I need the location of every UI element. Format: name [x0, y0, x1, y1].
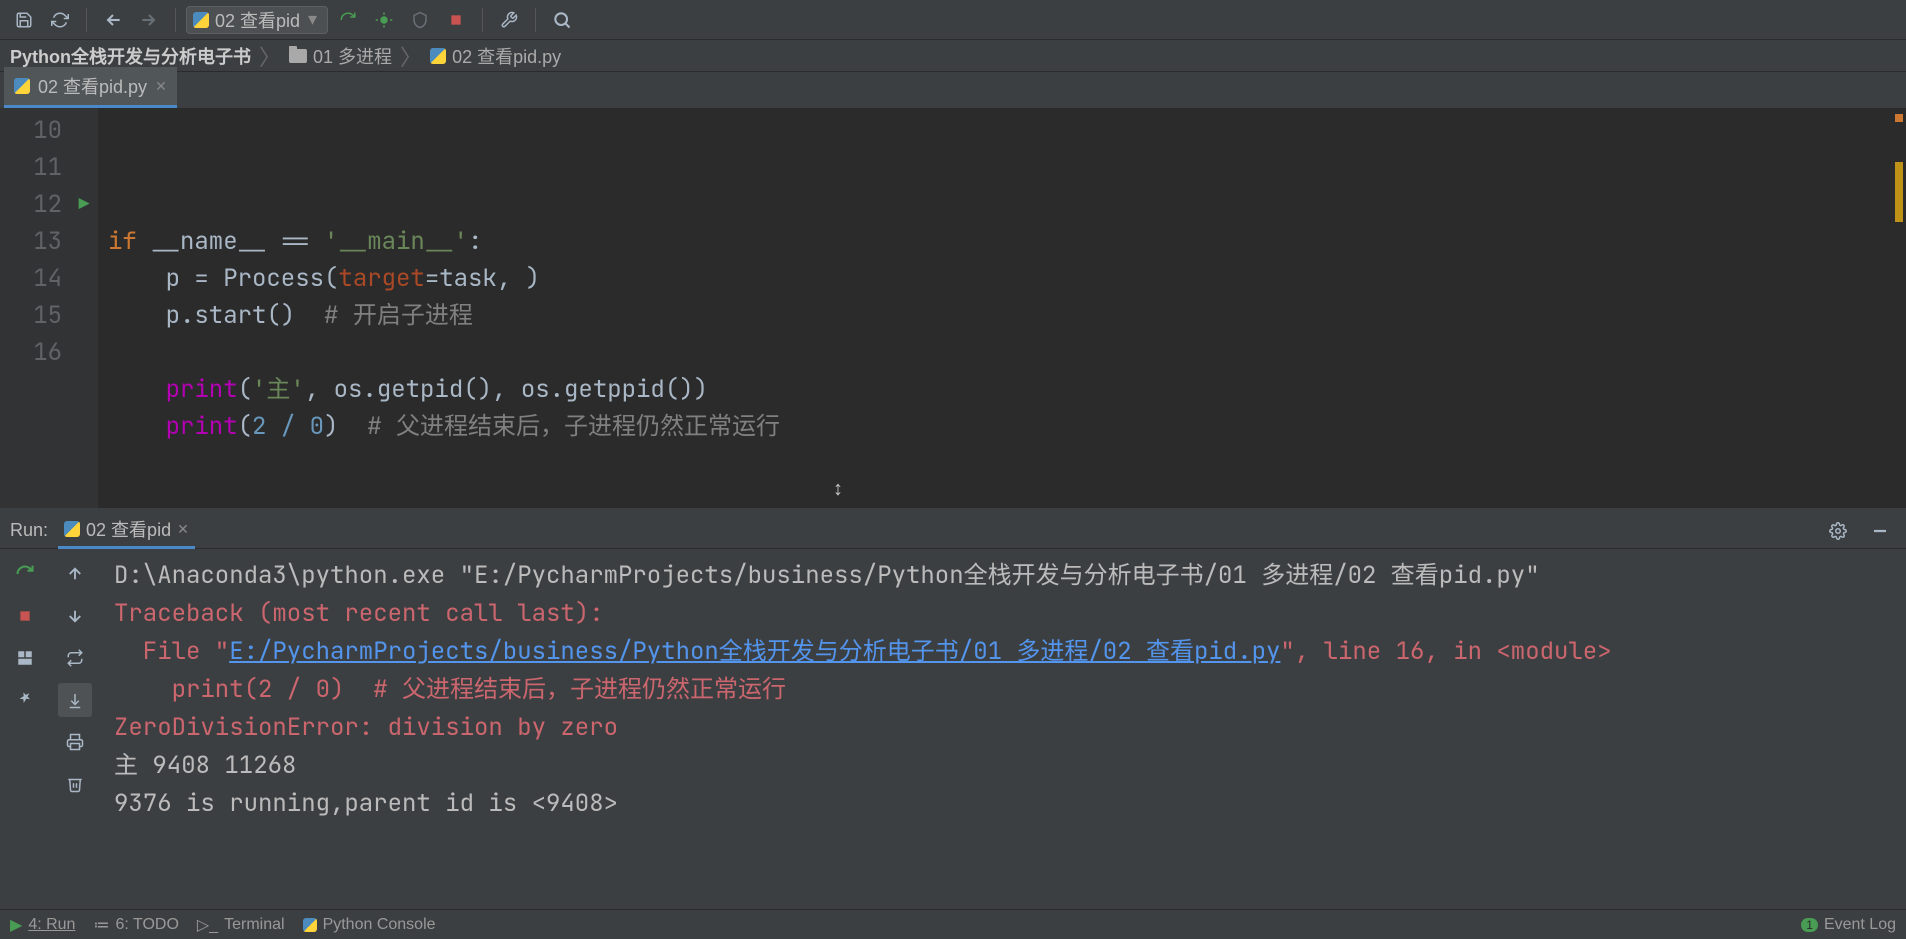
- run-icon[interactable]: [332, 4, 364, 36]
- chevron-right-icon: 〉: [259, 40, 281, 72]
- error-marker[interactable]: [1895, 114, 1903, 122]
- code-area[interactable]: if __name__ == '__main__': p = Process(t…: [98, 108, 1906, 508]
- breadcrumb-root[interactable]: Python全栈开发与分析电子书: [10, 43, 251, 69]
- python-icon: [430, 48, 446, 64]
- close-icon[interactable]: ✕: [177, 521, 189, 538]
- run-panel-body: D:\Anaconda3\python.exe "E:/PycharmProje…: [0, 549, 1906, 909]
- minimize-icon[interactable]: [1864, 515, 1896, 547]
- layout-icon[interactable]: [8, 641, 42, 675]
- back-icon[interactable]: [97, 4, 129, 36]
- run-config-selector[interactable]: 02 查看pid ▾: [186, 6, 328, 34]
- run-panel-header: Run: 02 查看pid ✕: [0, 513, 1906, 549]
- toolbar-sep: [86, 8, 87, 32]
- line-gutter: 10 11 12 13 14 15 16: [0, 108, 70, 508]
- refresh-icon[interactable]: [44, 4, 76, 36]
- console-output[interactable]: D:\Anaconda3\python.exe "E:/PycharmProje…: [100, 549, 1906, 909]
- forward-icon[interactable]: [133, 4, 165, 36]
- breadcrumb-folder[interactable]: 01 多进程: [289, 43, 392, 69]
- rerun-icon[interactable]: [8, 557, 42, 591]
- run-side-toolbar-right: [50, 549, 100, 909]
- python-icon: [14, 78, 30, 94]
- event-log[interactable]: 1Event Log: [1801, 916, 1896, 934]
- wrap-icon[interactable]: [58, 641, 92, 675]
- gear-icon[interactable]: [1822, 515, 1854, 547]
- editor-tab[interactable]: 02 查看pid.py ✕: [4, 67, 177, 108]
- python-icon: [193, 12, 209, 28]
- search-icon[interactable]: [546, 4, 578, 36]
- gutter-icons: ▶: [70, 108, 98, 508]
- toolbar-sep: [482, 8, 483, 32]
- toolbar-sep: [175, 8, 176, 32]
- traceback-file-link[interactable]: E:/PycharmProjects/business/Python全栈开发与分…: [229, 636, 1280, 667]
- run-tab[interactable]: 02 查看pid ✕: [58, 512, 195, 549]
- editor-tabs: 02 查看pid.py ✕: [0, 72, 1906, 108]
- python-icon: [64, 521, 80, 537]
- run-side-toolbar-left: [0, 549, 50, 909]
- tool-python-console[interactable]: Python Console: [303, 916, 436, 934]
- editor-tab-label: 02 查看pid.py: [38, 73, 147, 99]
- breadcrumb: Python全栈开发与分析电子书 〉 01 多进程 〉 02 查看pid.py: [0, 40, 1906, 72]
- tool-todo[interactable]: ≔6: TODO: [93, 915, 178, 935]
- code-editor[interactable]: 10 11 12 13 14 15 16 ▶ if __name__ == '_…: [0, 108, 1906, 508]
- settings-icon[interactable]: [493, 4, 525, 36]
- run-label: Run:: [10, 520, 48, 541]
- stop-icon[interactable]: [440, 4, 472, 36]
- status-bar: ▶4: Run ≔6: TODO ▷_Terminal Python Conso…: [0, 909, 1906, 939]
- debug-icon[interactable]: [368, 4, 400, 36]
- trash-icon[interactable]: [58, 767, 92, 801]
- toolbar-sep: [535, 8, 536, 32]
- breadcrumb-file[interactable]: 02 查看pid.py: [430, 43, 561, 69]
- coverage-icon[interactable]: [404, 4, 436, 36]
- chevron-right-icon: 〉: [400, 40, 422, 72]
- scroll-end-icon[interactable]: [58, 683, 92, 717]
- close-icon[interactable]: ✕: [155, 78, 167, 95]
- tool-run[interactable]: ▶4: Run: [10, 915, 75, 935]
- up-icon[interactable]: [58, 557, 92, 591]
- resize-cursor-icon: ↕: [833, 478, 843, 501]
- stop-icon[interactable]: [8, 599, 42, 633]
- main-toolbar: 02 查看pid ▾: [0, 0, 1906, 40]
- run-config-label: 02 查看pid: [215, 7, 300, 33]
- warning-marker[interactable]: [1895, 162, 1903, 222]
- print-icon[interactable]: [58, 725, 92, 759]
- pin-icon[interactable]: [8, 683, 42, 717]
- editor-marker-strip: [1892, 108, 1906, 508]
- chevron-down-icon: ▾: [308, 9, 317, 30]
- folder-icon: [289, 49, 307, 63]
- run-gutter-icon[interactable]: ▶: [70, 186, 98, 223]
- tool-terminal[interactable]: ▷_Terminal: [197, 915, 285, 935]
- down-icon[interactable]: [58, 599, 92, 633]
- save-icon[interactable]: [8, 4, 40, 36]
